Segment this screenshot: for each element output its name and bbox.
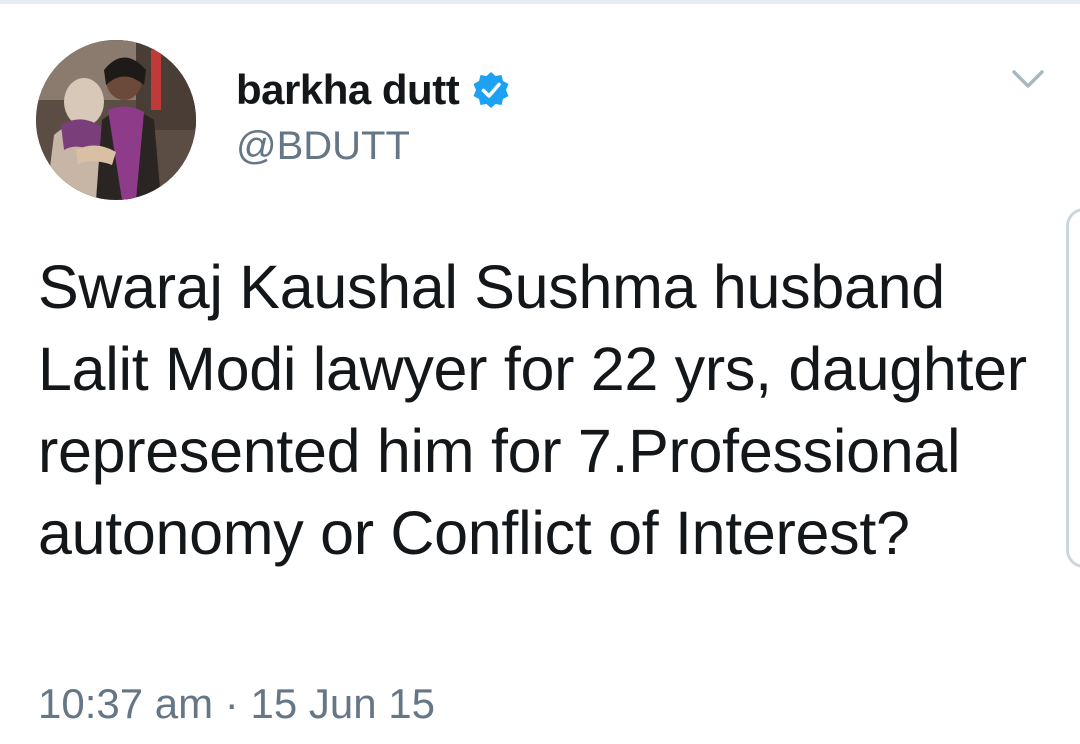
avatar[interactable]	[36, 40, 196, 200]
tweet-date: 15 Jun 15	[250, 680, 435, 727]
tweet-header: barkha dutt @BDUTT	[236, 66, 511, 169]
display-name[interactable]: barkha dutt	[236, 66, 460, 114]
name-row: barkha dutt	[236, 66, 511, 114]
tweet-text: Swaraj Kaushal Sushma husband Lalit Modi…	[38, 253, 1027, 567]
timestamp-separator: ·	[224, 680, 239, 727]
profile-photo	[36, 40, 196, 200]
tweet-timestamp[interactable]: 10:37 am · 15 Jun 15	[38, 680, 435, 728]
verified-badge-icon	[471, 70, 511, 110]
chevron-down-icon[interactable]	[1010, 66, 1046, 94]
top-divider	[0, 0, 1080, 4]
user-handle[interactable]: @BDUTT	[236, 124, 511, 169]
adjacent-card-edge	[1066, 208, 1080, 568]
tweet-time: 10:37 am	[38, 680, 214, 727]
